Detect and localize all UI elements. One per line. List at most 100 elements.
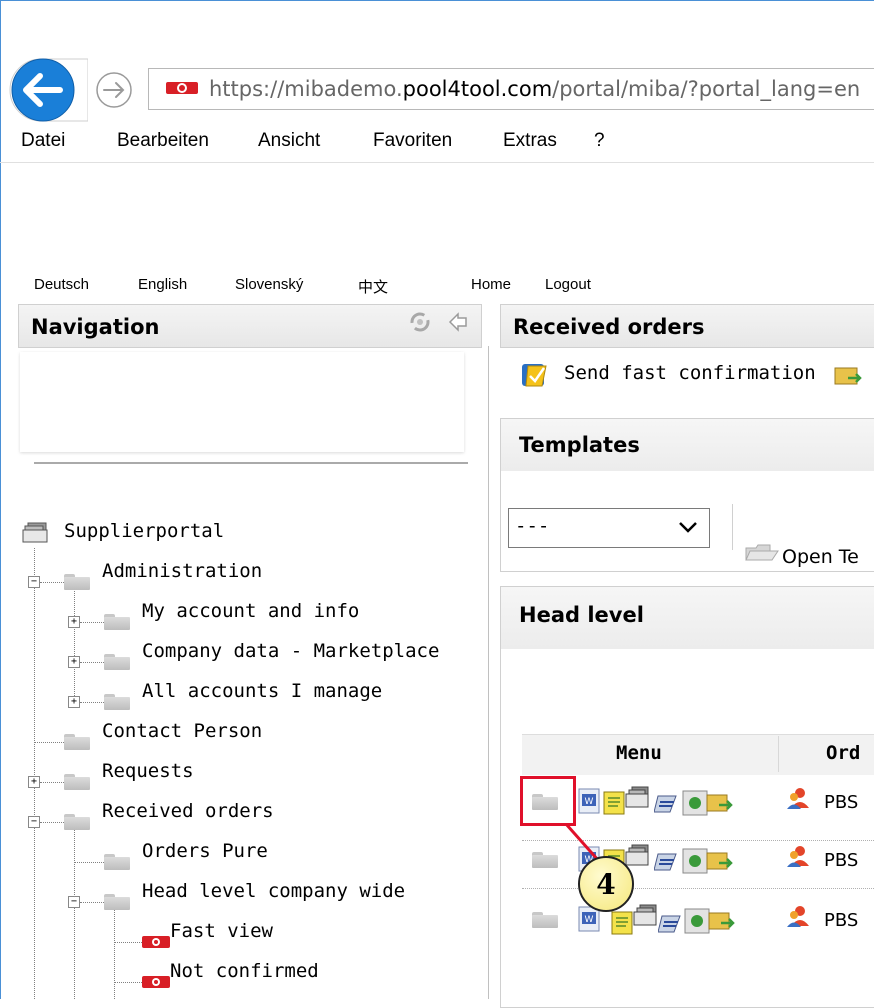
open-template-button[interactable]: Open Te [782,546,859,568]
status-icon[interactable] [682,790,708,820]
tree-line [74,826,75,999]
printer-icon[interactable] [657,910,686,940]
url-prefix: https:// [209,77,285,101]
tree-item-fast-view[interactable]: Fast view [170,920,273,942]
home-link[interactable]: Home [471,276,511,293]
tree-line [114,982,142,983]
folder-export-icon[interactable] [834,364,864,392]
tree-line [114,942,142,943]
tree-line [40,782,64,783]
tree-item-supplierportal[interactable]: Supplierportal [64,520,224,542]
back-button[interactable] [8,57,89,123]
archive-stack-icon[interactable] [632,904,660,932]
collapse-arrow-icon[interactable] [447,311,469,337]
step-number: 4 [596,867,616,901]
tree-item-orders-pure[interactable]: Orders Pure [142,840,268,862]
printer-icon[interactable] [653,848,682,878]
tree-item-administration[interactable]: Administration [102,560,262,582]
site-logo-icon [165,77,199,101]
menu-ansicht[interactable]: Ansicht [258,130,320,152]
status-icon[interactable] [684,908,710,938]
collapse-toggle[interactable]: − [28,576,40,588]
users-icon[interactable] [786,844,810,872]
menu-bar: Datei Bearbeiten Ansicht Favoriten Extra… [0,124,874,163]
navigation-search-area [20,352,464,452]
table-header [522,734,874,775]
row-menu-folder-icon[interactable] [532,852,558,868]
template-select[interactable]: --- [508,508,710,548]
navigation-separator [34,462,468,464]
note-icon[interactable] [602,790,626,820]
tree-line [80,662,104,663]
folder-icon [64,574,90,590]
printer-icon[interactable] [653,790,682,820]
url-domain: pool4tool.com [402,77,553,101]
address-bar[interactable]: https://mibademo. pool4tool.com/portal/mi… [148,68,874,110]
highlight-box [520,776,576,826]
tree-item-contact-person[interactable]: Contact Person [102,720,262,742]
menu-bearbeiten[interactable]: Bearbeiten [117,130,209,152]
collapse-toggle[interactable]: − [68,896,80,908]
menu-extras[interactable]: Extras [503,130,557,152]
menu-datei[interactable]: Datei [21,130,65,152]
lang-english[interactable]: English [138,276,187,293]
order-number[interactable]: PBS [824,792,858,813]
tree-line [40,582,64,583]
navigation-header: Navigation [18,304,482,348]
send-fast-confirmation-button[interactable]: Send fast confirmation [564,362,816,384]
users-icon[interactable] [786,786,810,814]
p4t-logo-icon [142,974,170,988]
folder-export-icon[interactable] [708,910,736,936]
tree-line [80,902,104,903]
expand-toggle[interactable]: + [68,616,80,628]
url-subdomain: mibademo. [284,77,403,101]
menu-favoriten[interactable]: Favoriten [373,130,452,152]
expand-toggle[interactable]: + [68,696,80,708]
folder-export-icon[interactable] [706,792,734,818]
word-doc-icon[interactable]: W [578,788,600,818]
tree-item-requests[interactable]: Requests [102,760,194,782]
users-icon[interactable] [786,904,810,932]
chevron-down-icon [677,517,699,541]
svg-text:W: W [585,915,594,925]
archive-stack-icon[interactable] [624,786,652,814]
folder-icon [64,774,90,790]
folder-export-icon[interactable] [706,850,734,876]
order-number[interactable]: PBS [824,910,858,931]
expand-toggle[interactable]: + [28,776,40,788]
tree-item-all-accounts[interactable]: All accounts I manage [142,680,382,702]
forward-button[interactable] [94,70,138,110]
note-icon[interactable] [610,910,634,940]
tree-line [34,548,35,999]
tree-item-not-confirmed[interactable]: Not confirmed [170,960,319,982]
expand-toggle[interactable]: + [68,656,80,668]
collapse-toggle[interactable]: − [28,816,40,828]
logout-link[interactable]: Logout [545,276,591,293]
window-frame-top [0,0,874,1]
order-number[interactable]: PBS [824,850,858,871]
tree-item-company-data[interactable]: Company data - Marketplace [142,640,439,662]
tree-line [74,586,75,702]
send-confirmation-icon[interactable] [520,360,550,394]
tree-line [80,622,104,623]
lang-chinese[interactable]: 中文 [358,276,388,297]
status-icon[interactable] [682,848,708,878]
p4t-logo-icon [142,934,170,948]
tree-item-received-orders[interactable]: Received orders [102,800,274,822]
column-header-menu[interactable]: Menu [616,742,662,764]
column-header-order[interactable]: Ord [826,742,860,764]
row-menu-folder-icon[interactable] [532,912,558,928]
lang-deutsch[interactable]: Deutsch [34,276,89,293]
received-orders-header: Received orders [500,304,874,348]
tree-item-head-level-company-wide[interactable]: Head level company wide [142,880,405,902]
navigation-panel-border [488,346,489,999]
folder-icon [64,814,90,830]
template-select-value: --- [515,515,550,537]
refresh-icon[interactable] [407,309,433,339]
folder-icon [104,894,130,910]
menu-help[interactable]: ? [594,130,605,152]
tree-item-my-account[interactable]: My account and info [142,600,359,622]
lang-slovensky[interactable]: Slovenský [235,276,303,293]
row-separator [522,888,874,889]
supplierportal-icon [22,522,56,548]
